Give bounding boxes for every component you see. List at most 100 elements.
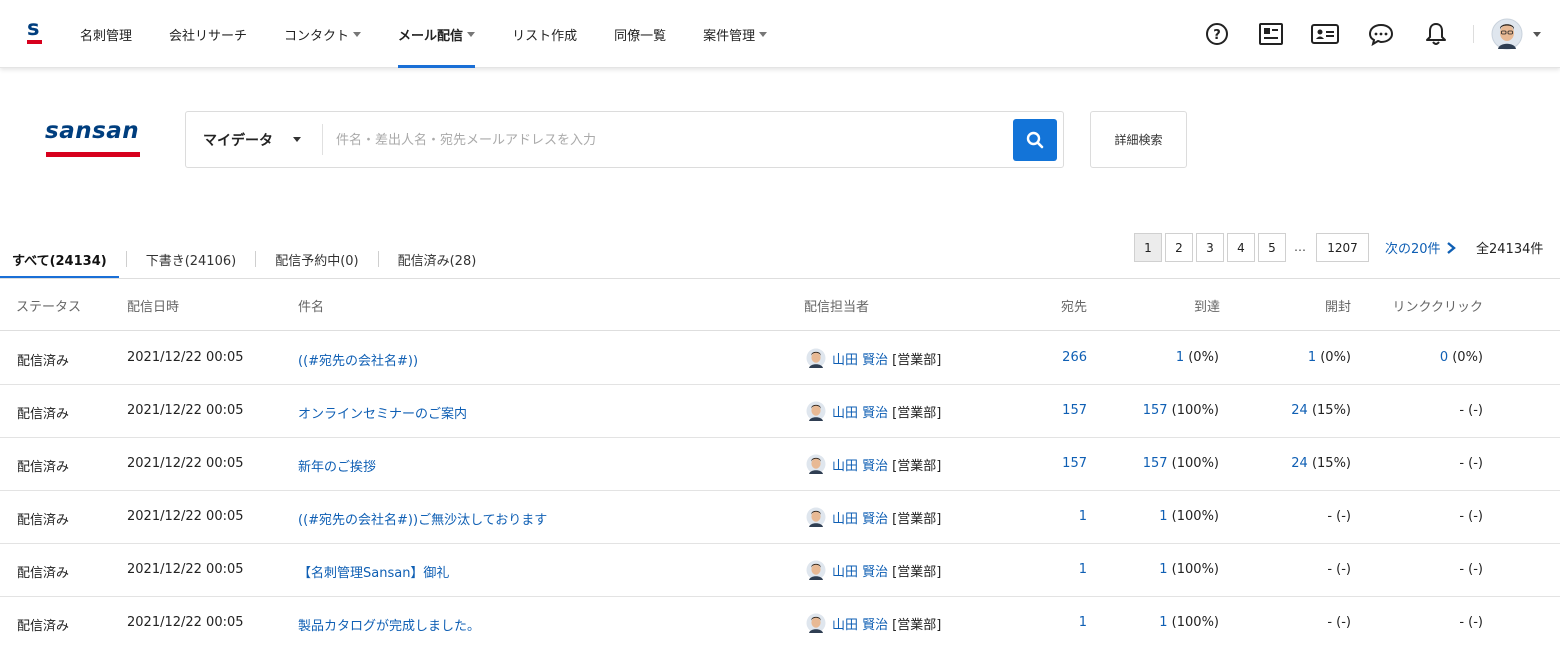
delivered-count-link[interactable]: 1 <box>1159 509 1167 524</box>
column-header-sender[interactable]: 配信担当者 <box>804 296 869 315</box>
user-menu[interactable] <box>1491 18 1543 50</box>
subject-link[interactable]: ((#宛先の会社名#))ご無沙汰しております <box>298 509 547 528</box>
clicks-rate: (0%) <box>1448 350 1483 365</box>
sender-department: [営業部] <box>892 564 942 580</box>
opened-count-link[interactable]: 24 <box>1291 456 1308 471</box>
recipients-count-link[interactable]: 157 <box>1062 456 1087 471</box>
scope-dropdown[interactable]: マイデータ <box>186 112 322 167</box>
next-page-link[interactable]: 次の20件 <box>1385 238 1456 257</box>
contact-card-icon[interactable] <box>1255 18 1287 50</box>
recipients-count-link[interactable]: 266 <box>1062 350 1087 365</box>
page-button-2[interactable]: 2 <box>1165 233 1193 262</box>
delivered-cell: 1 (100%) <box>1159 509 1219 524</box>
subject-link[interactable]: ((#宛先の会社名#)) <box>298 350 418 369</box>
opened-cell: 24 (15%) <box>1291 456 1351 471</box>
table-row[interactable]: 配信済み 2021/12/22 00:05 ((#宛先の会社名#)) 山田 賢治… <box>0 332 1560 385</box>
page-button-last[interactable]: 1207 <box>1316 233 1369 262</box>
chevron-down-icon <box>759 31 768 37</box>
page-button-4[interactable]: 4 <box>1227 233 1255 262</box>
column-header-opened[interactable]: 開封 <box>1325 296 1351 315</box>
column-header-recipients[interactable]: 宛先 <box>1061 296 1087 315</box>
clicks-cell: - (-) <box>1459 562 1483 577</box>
delivered-count-link[interactable]: 157 <box>1143 403 1168 418</box>
delivered-rate: (100%) <box>1167 562 1219 577</box>
table-row[interactable]: 配信済み 2021/12/22 00:05 製品カタログが完成しました。 山田 … <box>0 597 1560 646</box>
chat-icon[interactable] <box>1365 18 1397 50</box>
avatar <box>806 348 826 368</box>
opened-count-link[interactable]: 1 <box>1308 350 1316 365</box>
table-row[interactable]: 配信済み 2021/12/22 00:05 新年のご挨拶 山田 賢治 [営業部]… <box>0 438 1560 491</box>
sender-name-link[interactable]: 山田 賢治 <box>832 455 888 474</box>
page-button-3[interactable]: 3 <box>1196 233 1224 262</box>
search-icon <box>1026 131 1044 149</box>
nav-item-company-research[interactable]: 会社リサーチ <box>169 0 247 68</box>
status-cell: 配信済み <box>17 460 70 475</box>
id-card-icon[interactable] <box>1309 18 1341 50</box>
status-cell: 配信済み <box>17 354 70 369</box>
nav-item-deal-management[interactable]: 案件管理 <box>703 0 768 68</box>
advanced-search-button[interactable]: 詳細検索 <box>1090 111 1187 168</box>
column-header-datetime[interactable]: 配信日時 <box>127 296 179 315</box>
sender-cell: 山田 賢治 [営業部] <box>806 454 941 474</box>
opened-cell: - (-) <box>1327 615 1351 630</box>
sender-name-link[interactable]: 山田 賢治 <box>832 402 888 421</box>
status-cell: 配信済み <box>17 407 70 422</box>
opened-rate: - (-) <box>1327 615 1351 630</box>
sender-cell: 山田 賢治 [営業部] <box>806 613 941 633</box>
search-input[interactable] <box>336 126 1006 154</box>
delivered-count-link[interactable]: 1 <box>1159 615 1167 630</box>
nav-item-business-cards[interactable]: 名刺管理 <box>80 0 132 68</box>
clicks-cell: - (-) <box>1459 403 1483 418</box>
top-navigation-bar: s 名刺管理 会社リサーチ コンタクト メール配信 リスト作成 同僚一覧 案件管… <box>0 0 1560 68</box>
sender-name-link[interactable]: 山田 賢治 <box>832 349 888 368</box>
delivered-rate: (100%) <box>1167 615 1219 630</box>
datetime-cell: 2021/12/22 00:05 <box>127 403 244 418</box>
subject-link[interactable]: 【名刺管理Sansan】御礼 <box>298 562 449 581</box>
avatar <box>806 401 826 421</box>
table-row[interactable]: 配信済み 2021/12/22 00:05 【名刺管理Sansan】御礼 山田 … <box>0 544 1560 597</box>
sansan-s-logo-icon[interactable]: s <box>26 16 44 48</box>
sender-name-link[interactable]: 山田 賢治 <box>832 614 888 633</box>
chevron-down-icon <box>1533 32 1541 37</box>
status-cell: 配信済み <box>17 619 70 634</box>
recipients-count-link[interactable]: 1 <box>1079 615 1087 630</box>
subject-link[interactable]: 製品カタログが完成しました。 <box>298 615 480 634</box>
column-header-subject[interactable]: 件名 <box>298 296 324 315</box>
page-button-5[interactable]: 5 <box>1258 233 1286 262</box>
nav-item-mail-delivery[interactable]: メール配信 <box>398 0 476 68</box>
recipients-count-link[interactable]: 157 <box>1062 403 1087 418</box>
clicks-count-link[interactable]: 0 <box>1440 350 1448 365</box>
subject-link[interactable]: 新年のご挨拶 <box>298 456 376 475</box>
nav-item-list-creation[interactable]: リスト作成 <box>512 0 577 68</box>
delivered-count-link[interactable]: 1 <box>1159 562 1167 577</box>
divider <box>322 124 323 155</box>
sender-department: [営業部] <box>892 352 942 368</box>
recipients-count-link[interactable]: 1 <box>1079 562 1087 577</box>
clicks-rate: - (-) <box>1459 403 1483 418</box>
delivered-count-link[interactable]: 157 <box>1143 456 1168 471</box>
chevron-right-icon <box>1446 242 1456 254</box>
sender-cell: 山田 賢治 [営業部] <box>806 560 941 580</box>
nav-item-contact[interactable]: コンタクト <box>284 0 362 68</box>
avatar <box>806 560 826 580</box>
page-button-1[interactable]: 1 <box>1134 233 1162 262</box>
column-header-link-clicks[interactable]: リンククリック <box>1393 296 1483 315</box>
divider <box>1473 25 1474 43</box>
delivered-cell: 1 (100%) <box>1159 562 1219 577</box>
nav-item-label: メール配信 <box>398 28 464 44</box>
search-button[interactable] <box>1013 119 1057 161</box>
column-header-status[interactable]: ステータス <box>16 296 81 315</box>
sender-name-link[interactable]: 山田 賢治 <box>832 508 888 527</box>
subject-link[interactable]: オンラインセミナーのご案内 <box>298 403 467 422</box>
nav-item-colleagues[interactable]: 同僚一覧 <box>614 0 666 68</box>
sender-name-link[interactable]: 山田 賢治 <box>832 561 888 580</box>
help-icon[interactable]: ? <box>1201 18 1233 50</box>
delivered-count-link[interactable]: 1 <box>1176 350 1184 365</box>
table-row[interactable]: 配信済み 2021/12/22 00:05 オンラインセミナーのご案内 山田 賢… <box>0 385 1560 438</box>
opened-count-link[interactable]: 24 <box>1291 403 1308 418</box>
recipients-count-link[interactable]: 1 <box>1079 509 1087 524</box>
bell-icon[interactable] <box>1420 18 1452 50</box>
table-row[interactable]: 配信済み 2021/12/22 00:05 ((#宛先の会社名#))ご無沙汰して… <box>0 491 1560 544</box>
clicks-cell: - (-) <box>1459 456 1483 471</box>
column-header-delivered[interactable]: 到達 <box>1194 296 1220 315</box>
